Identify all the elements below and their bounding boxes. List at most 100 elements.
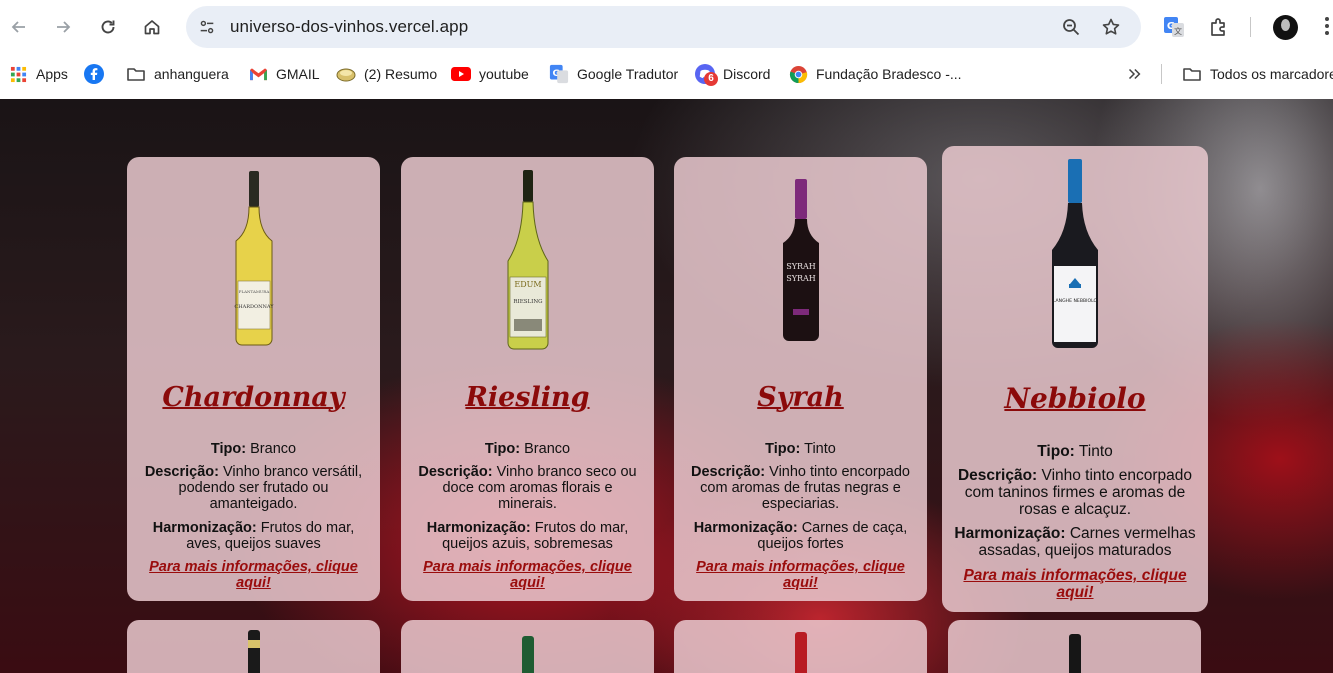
wine-title[interactable]: Riesling xyxy=(401,382,654,413)
wine-description: Descrição: Vinho tinto encorpado com tan… xyxy=(957,467,1193,518)
bottle-image xyxy=(674,632,927,673)
arrow-right-icon xyxy=(57,21,71,33)
wine-bottle-syrah: SYRAH SYRAH xyxy=(782,179,819,341)
wine-card-row2-4 xyxy=(948,620,1201,673)
more-info-link[interactable]: Para mais informações, clique aqui! xyxy=(415,559,640,591)
bookmark-apps[interactable]: Apps xyxy=(8,63,68,85)
more-info-link[interactable]: Para mais informações, clique aqui! xyxy=(141,559,366,591)
bookmark-fundacao-bradesco[interactable]: Fundação Bradesco -... xyxy=(788,63,962,85)
toolbar-divider xyxy=(1250,17,1251,37)
bookmarks-divider xyxy=(1161,64,1162,84)
bookmark-label: Discord xyxy=(723,66,771,82)
bookmark-label: Todos os marcadores xyxy=(1210,66,1333,82)
gmail-icon xyxy=(248,64,268,84)
reload-icon xyxy=(101,20,115,34)
menu-kebab-icon[interactable] xyxy=(1320,16,1333,38)
wine-card-chardonnay: CHARDONNAY PLANTAMURA Chardonnay Tipo: B… xyxy=(127,157,380,601)
more-info-link[interactable]: Para mais informações, clique aqui! xyxy=(956,567,1194,601)
bookmark-gmail[interactable]: GMAIL xyxy=(248,63,320,85)
google-translate-icon: G xyxy=(549,64,569,84)
wine-pairing: Harmonização: Frutos do mar, queijos azu… xyxy=(426,520,629,552)
wine-type: Tipo: Branco xyxy=(484,441,571,457)
bookmark-label: Fundação Bradesco -... xyxy=(816,66,962,82)
wine-card-syrah: SYRAH SYRAH Syrah Tipo: Tinto Descrição:… xyxy=(674,157,927,601)
bottle-brand-text: PLANTAMURA xyxy=(238,289,269,294)
discord-badge: 6 xyxy=(704,72,718,86)
wine-pairing: Harmonização: Frutos do mar, aves, queij… xyxy=(152,520,355,552)
wine-description: Descrição: Vinho branco seco ou doce com… xyxy=(418,464,637,512)
bookmark-youtube[interactable]: youtube xyxy=(451,63,529,85)
more-info-link[interactable]: Para mais informações, clique aqui! xyxy=(688,559,913,591)
bottle-image xyxy=(401,636,654,673)
wine-pairing: Harmonização: Carnes vermelhas assadas, … xyxy=(954,525,1196,559)
wine-bottle-riesling: EDUM RIESLING xyxy=(507,170,548,350)
wine-description: Descrição: Vinho branco versátil, podend… xyxy=(144,464,363,512)
browser-toolbar: universo-dos-vinhos.vercel.app G文 xyxy=(0,0,1333,54)
extensions-puzzle-icon[interactable] xyxy=(1205,13,1233,41)
bookmark-label: Google Tradutor xyxy=(577,66,679,82)
more-bookmarks-button[interactable] xyxy=(1124,63,1152,85)
apps-grid-icon xyxy=(8,64,28,84)
bottle-image: SYRAH SYRAH xyxy=(674,177,927,343)
bookmark-label: GMAIL xyxy=(276,66,320,82)
bookmark-discord[interactable]: 6 Discord xyxy=(695,63,771,86)
url-text[interactable]: universo-dos-vinhos.vercel.app xyxy=(230,17,468,37)
wine-pairing: Harmonização: Carnes de caça, queijos fo… xyxy=(693,520,908,552)
bookmark-google-tradutor[interactable]: G Google Tradutor xyxy=(549,63,678,85)
google-translate-extension-icon[interactable]: G文 xyxy=(1160,13,1188,41)
wine-bottle-nebbiolo: LANGHE NEBBIOLO xyxy=(1052,159,1098,348)
bottle-label-text-2: SYRAH xyxy=(786,274,816,283)
zoom-icon[interactable] xyxy=(1060,16,1082,38)
bookmark-resumo[interactable]: (2) Resumo xyxy=(336,63,437,85)
chrome-icon xyxy=(788,64,808,84)
wine-card-riesling: EDUM RIESLING Riesling Tipo: Branco Desc… xyxy=(401,157,654,601)
bookmark-label: (2) Resumo xyxy=(364,66,438,82)
wine-bottle-chardonnay: CHARDONNAY PLANTAMURA xyxy=(234,171,274,346)
wine-type: Tipo: Tinto xyxy=(765,441,836,457)
resumo-icon xyxy=(336,64,356,84)
folder-icon xyxy=(1182,64,1202,84)
bookmarks-bar: Apps anhanguera GMAIL (2) Resumo youtube… xyxy=(0,54,1333,99)
wine-type: Tipo: Tinto xyxy=(1037,443,1113,460)
back-button[interactable] xyxy=(4,12,34,42)
wine-card-row2-3 xyxy=(674,620,927,673)
bottle-image: EDUM RIESLING xyxy=(401,169,654,353)
bookmark-facebook[interactable] xyxy=(84,63,112,85)
bookmark-label: anhanguera xyxy=(154,66,229,82)
folder-icon xyxy=(126,64,146,84)
bottle-image: CHARDONNAY PLANTAMURA xyxy=(127,169,380,349)
home-icon xyxy=(144,20,160,35)
svg-text:文: 文 xyxy=(1174,26,1182,36)
home-button[interactable] xyxy=(137,12,167,42)
bottle-label-text: SYRAH xyxy=(786,262,816,271)
wine-title[interactable]: Syrah xyxy=(674,382,927,413)
wine-card-row2-1 xyxy=(127,620,380,673)
bottle-image: LANGHE NEBBIOLO xyxy=(942,158,1208,352)
wine-description: Descrição: Vinho tinto encorpado com aro… xyxy=(690,464,910,512)
facebook-icon xyxy=(84,64,104,84)
bookmark-label: youtube xyxy=(479,66,529,82)
bottle-label-text: LANGHE NEBBIOLO xyxy=(1053,298,1098,304)
bottle-image xyxy=(127,630,380,673)
bottle-image xyxy=(948,634,1201,673)
profile-avatar[interactable] xyxy=(1273,15,1298,40)
youtube-icon xyxy=(451,64,471,84)
wine-type: Tipo: Branco xyxy=(210,441,297,457)
forward-button[interactable] xyxy=(48,12,78,42)
bottle-label-text: RIESLING xyxy=(513,299,542,305)
arrow-left-icon xyxy=(11,21,25,33)
wine-title[interactable]: Chardonnay xyxy=(127,382,380,413)
wine-title[interactable]: Nebbiolo xyxy=(942,382,1208,415)
bottle-label-text: CHARDONNAY xyxy=(234,304,274,310)
chevron-double-right-icon xyxy=(1124,64,1144,84)
bookmark-todos-os-marcadores[interactable]: Todos os marcadores xyxy=(1182,63,1333,85)
bottle-brand-text: EDUM xyxy=(514,280,541,289)
wine-card-row2-2 xyxy=(401,620,654,673)
bookmark-anhanguera[interactable]: anhanguera xyxy=(126,63,229,85)
bookmark-label: Apps xyxy=(36,66,68,82)
address-bar[interactable]: universo-dos-vinhos.vercel.app xyxy=(186,6,1141,48)
site-info-icon[interactable] xyxy=(196,16,218,38)
discord-icon: 6 xyxy=(695,64,718,86)
bookmark-star-icon[interactable] xyxy=(1100,16,1122,38)
reload-button[interactable] xyxy=(93,12,123,42)
